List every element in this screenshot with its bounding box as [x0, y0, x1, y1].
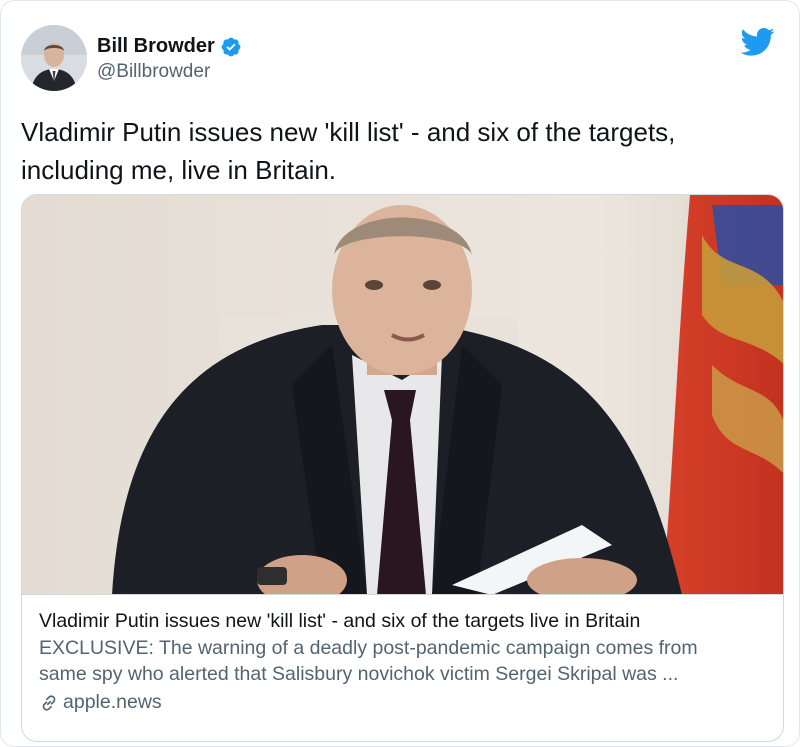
card-description-line-2: same spy who alerted that Salisbury novi… — [39, 663, 679, 685]
author-avatar[interactable] — [21, 25, 87, 91]
verified-badge-icon — [221, 37, 241, 56]
card-description: EXCLUSIVE: The warning of a deadly post-… — [39, 635, 769, 687]
tweet-header: Bill Browder @Billbrowder — [21, 25, 779, 93]
avatar-photo-icon — [21, 25, 87, 91]
tweet-text: Vladimir Putin issues new 'kill list' - … — [21, 113, 781, 189]
tweet-text-line-1: Vladimir Putin issues new 'kill list' - … — [21, 117, 676, 147]
article-photo-icon — [22, 195, 783, 594]
card-domain-label: apple.news — [63, 691, 162, 713]
link-preview-card[interactable]: Vladimir Putin issues new 'kill list' - … — [21, 194, 784, 742]
card-body: Vladimir Putin issues new 'kill list' - … — [39, 607, 769, 714]
tweet-card: Bill Browder @Billbrowder Vladimir Putin… — [0, 0, 800, 747]
author-info: Bill Browder @Billbrowder — [97, 35, 242, 83]
card-title[interactable]: Vladimir Putin issues new 'kill list' - … — [39, 607, 769, 635]
twitter-bird-icon[interactable] — [741, 27, 775, 57]
card-image[interactable] — [22, 195, 783, 595]
card-description-line-1: EXCLUSIVE: The warning of a deadly post-… — [39, 637, 698, 659]
author-name-row: Bill Browder — [97, 35, 242, 58]
link-icon — [42, 694, 56, 711]
author-handle[interactable]: @Billbrowder — [97, 61, 242, 83]
card-domain[interactable]: apple.news — [39, 691, 769, 714]
tweet-text-line-2: including me, live in Britain. — [21, 155, 337, 185]
author-display-name[interactable]: Bill Browder — [97, 35, 215, 58]
